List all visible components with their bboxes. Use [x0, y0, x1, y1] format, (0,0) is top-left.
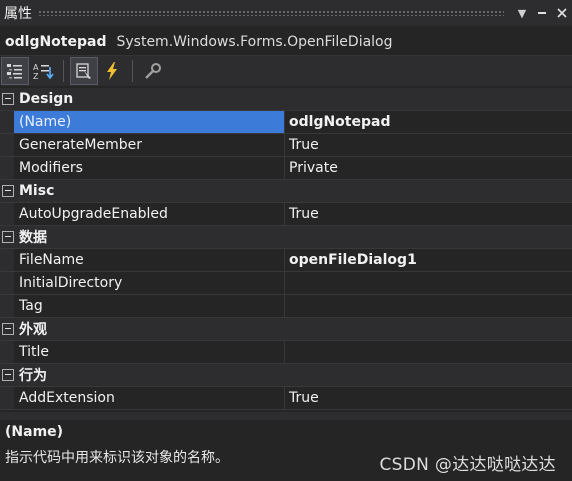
row-gutter	[0, 295, 14, 317]
property-name[interactable]: AutoUpgradeEnabled	[14, 203, 285, 225]
property-row-initialdirectory[interactable]: InitialDirectory	[0, 272, 572, 295]
category-data[interactable]: 数据	[0, 226, 572, 249]
properties-window: 属性 ▼ odlgNotepad System.Windows.Forms.Op…	[0, 0, 572, 481]
property-name[interactable]: GenerateMember	[14, 134, 285, 156]
property-value[interactable]: True	[285, 387, 572, 409]
row-gutter	[0, 111, 14, 133]
collapse-toggle-icon[interactable]	[2, 369, 14, 381]
object-selector[interactable]: odlgNotepad System.Windows.Forms.OpenFil…	[0, 29, 572, 56]
collapse-toggle-icon[interactable]	[2, 93, 14, 105]
properties-toolbar: A Z	[0, 56, 572, 86]
collapse-toggle-icon[interactable]	[2, 185, 14, 197]
category-label: 行为	[19, 368, 47, 384]
row-gutter	[0, 203, 14, 225]
property-name[interactable]: Modifiers	[14, 157, 285, 179]
window-title: 属性	[4, 6, 32, 22]
property-value[interactable]: True	[285, 134, 572, 156]
categorized-icon[interactable]	[1, 57, 29, 85]
property-row-tag[interactable]: Tag	[0, 295, 572, 318]
row-gutter	[0, 157, 14, 179]
property-value[interactable]: openFileDialog1	[285, 249, 572, 271]
property-name[interactable]: (Name)	[14, 111, 285, 133]
events-icon[interactable]	[99, 58, 125, 84]
category-appearance[interactable]: 外观	[0, 318, 572, 341]
pin-icon[interactable]	[532, 3, 552, 23]
title-bar[interactable]: 属性 ▼	[0, 0, 572, 26]
category-label: Design	[19, 91, 74, 107]
property-row-addextension[interactable]: AddExtension True	[0, 387, 572, 410]
property-value[interactable]	[285, 272, 572, 294]
category-misc[interactable]: Misc	[0, 180, 572, 203]
row-gutter	[0, 272, 14, 294]
description-title: (Name)	[5, 424, 64, 440]
property-row-title[interactable]: Title	[0, 341, 572, 364]
toolbar-separator	[63, 60, 64, 82]
category-label: 数据	[19, 230, 47, 246]
description-pane: (Name) 指示代码中用来标识该对象的名称。 CSDN @达达哒哒达达	[0, 420, 572, 481]
svg-text:A: A	[33, 63, 39, 72]
row-gutter	[0, 134, 14, 156]
dropdown-menu-icon[interactable]: ▼	[512, 3, 532, 23]
property-row-name[interactable]: (Name) odlgNotepad	[0, 111, 572, 134]
property-value[interactable]	[285, 295, 572, 317]
category-label: Misc	[19, 183, 55, 199]
collapse-toggle-icon[interactable]	[2, 323, 14, 335]
property-row-generatemember[interactable]: GenerateMember True	[0, 134, 572, 157]
toolbar-separator	[132, 60, 133, 82]
property-name[interactable]: InitialDirectory	[14, 272, 285, 294]
property-name[interactable]: Tag	[14, 295, 285, 317]
close-icon[interactable]	[552, 3, 572, 23]
category-label: 外观	[19, 322, 47, 338]
property-value[interactable]: True	[285, 203, 572, 225]
drag-grip[interactable]	[38, 10, 504, 16]
alphabetical-icon[interactable]: A Z	[30, 58, 56, 84]
object-name: odlgNotepad	[5, 34, 107, 50]
row-gutter	[0, 341, 14, 363]
property-value[interactable]: Private	[285, 157, 572, 179]
watermark: CSDN @达达哒哒达达	[379, 455, 556, 475]
description-text: 指示代码中用来标识该对象的名称。	[5, 450, 229, 466]
category-design[interactable]: Design	[0, 88, 572, 111]
collapse-toggle-icon[interactable]	[2, 231, 14, 243]
row-gutter	[0, 249, 14, 271]
property-name[interactable]: FileName	[14, 249, 285, 271]
property-row-modifiers[interactable]: Modifiers Private	[0, 157, 572, 180]
svg-text:Z: Z	[33, 72, 39, 81]
property-value[interactable]	[285, 341, 572, 363]
property-row-autoupgradeenabled[interactable]: AutoUpgradeEnabled True	[0, 203, 572, 226]
category-behavior[interactable]: 行为	[0, 364, 572, 387]
property-name[interactable]: AddExtension	[14, 387, 285, 409]
property-value[interactable]: odlgNotepad	[285, 111, 572, 133]
description-splitter[interactable]	[0, 412, 572, 420]
property-pages-icon[interactable]	[140, 58, 166, 84]
property-grid[interactable]: Design (Name) odlgNotepad GenerateMember…	[0, 88, 572, 412]
object-type: System.Windows.Forms.OpenFileDialog	[116, 34, 393, 50]
row-gutter	[0, 387, 14, 409]
property-row-filename[interactable]: FileName openFileDialog1	[0, 249, 572, 272]
property-name[interactable]: Title	[14, 341, 285, 363]
properties-icon[interactable]	[70, 57, 98, 85]
